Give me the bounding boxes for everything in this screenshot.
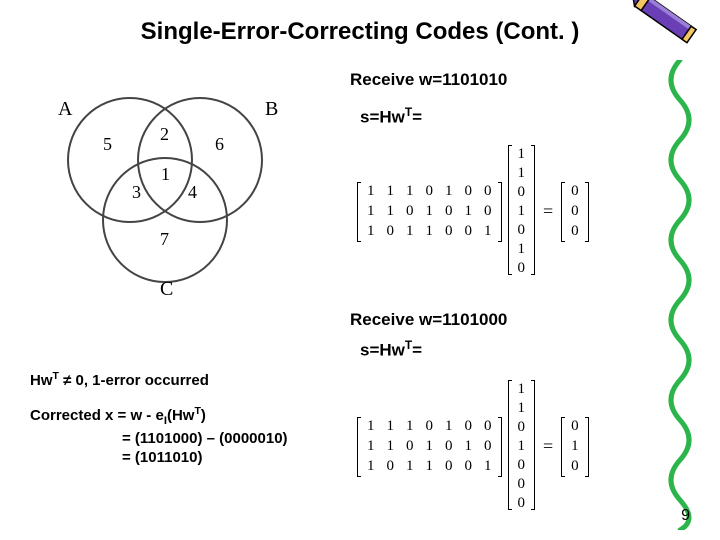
page-title: Single-Error-Correcting Codes (Cont. ): [20, 18, 700, 46]
result-vector-2: 010: [565, 417, 585, 477]
error-note: HwT ≠ 0, 1-error occurred: [30, 370, 209, 389]
result-vector-1: 000: [565, 182, 585, 242]
w-vector-1: 110 101 0: [512, 145, 532, 278]
venn-label-c: C: [160, 278, 173, 300]
venn-region-5: 5: [103, 134, 112, 154]
venn-region-6: 6: [215, 134, 224, 154]
w-vector-2: 110 100 0: [512, 380, 532, 513]
H-matrix: 1110100 1101010 1011001: [361, 182, 498, 242]
venn-region-2: 2: [160, 124, 169, 144]
receive-line-2: Receive w=1101000: [350, 310, 507, 330]
venn-label-b: B: [265, 98, 278, 120]
squiggle-decoration: [660, 60, 700, 530]
syndrome-eq-2: s=HwT=: [360, 338, 422, 361]
receive-line-1: Receive w=1101010: [350, 70, 507, 90]
venn-label-a: A: [58, 98, 73, 120]
venn-region-1: 1: [161, 164, 170, 184]
syndrome-eq-1: s=HwT=: [360, 105, 422, 128]
corrected-block: Corrected x = w - eI(HwT) = (1101000) – …: [30, 405, 288, 468]
venn-region-7: 7: [160, 229, 169, 249]
venn-region-4: 4: [188, 182, 197, 202]
matrix-equation-2: 1110100 1101010 1011001 110 100 0 = 010: [355, 380, 591, 513]
page-number: 9: [681, 507, 690, 525]
matrix-equation-1: 1110100 1101010 1011001 110 101 0 = 000: [355, 145, 591, 278]
venn-region-3: 3: [132, 182, 141, 202]
venn-diagram: A B C 5 2 6 3 1 4 7: [40, 80, 300, 300]
